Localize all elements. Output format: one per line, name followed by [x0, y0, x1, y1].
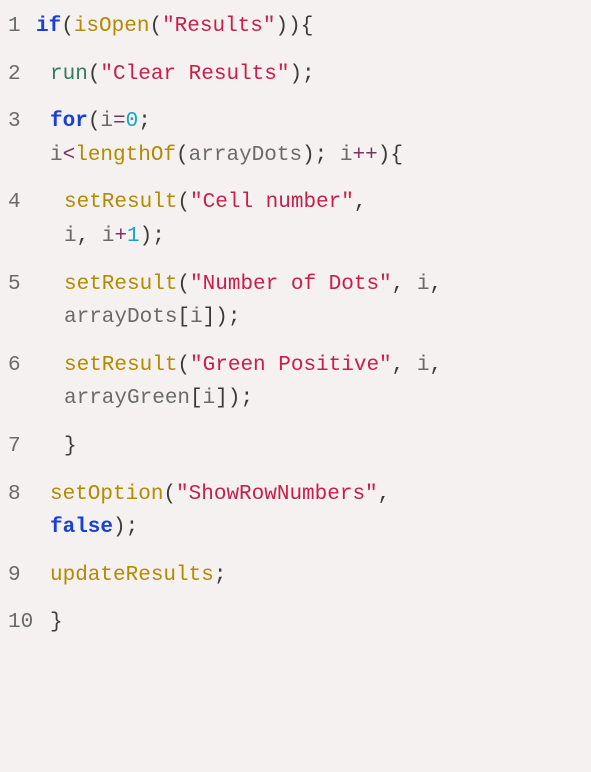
fn-lengthof: lengthOf [75, 144, 176, 167]
string-literal: "ShowRowNumbers" [176, 483, 378, 506]
code-line: 1 if(isOpen("Results")){ [8, 10, 583, 44]
code-block: 1 if(isOpen("Results")){ 2 run("Clear Re… [8, 10, 583, 640]
fn-setresult: setResult [64, 354, 177, 377]
var-arraygreen: arrayGreen [64, 387, 190, 410]
code-line: 7 } [8, 430, 583, 464]
keyword-for: for [50, 110, 88, 133]
paren: )){ [275, 15, 313, 38]
code-content: setOption("ShowRowNumbers",false); [36, 478, 583, 545]
line-number: 2 [8, 58, 36, 92]
line-number: 1 [8, 10, 36, 44]
string-literal: "Cell number" [190, 191, 354, 214]
brace-close: } [50, 611, 63, 634]
code-line: 4 setResult("Cell number",i, i+1); [8, 186, 583, 253]
op-plus: + [114, 225, 127, 248]
var-i: i [203, 387, 216, 410]
var-i: i [190, 306, 203, 329]
code-content: } [36, 606, 583, 640]
code-line: 5 setResult("Number of Dots", i, arrayDo… [8, 268, 583, 335]
brace-close: } [64, 435, 77, 458]
code-content: for(i=0;i<lengthOf(arrayDots); i++){ [36, 105, 583, 172]
var-i: i [64, 225, 77, 248]
var-i: i [340, 144, 353, 167]
paren: ( [88, 63, 101, 86]
paren: ( [149, 15, 162, 38]
code-line: 10 } [8, 606, 583, 640]
line-number: 10 [8, 606, 36, 640]
var-arraydots: arrayDots [189, 144, 302, 167]
code-line: 3 for(i=0;i<lengthOf(arrayDots); i++){ [8, 105, 583, 172]
var-i: i [102, 225, 115, 248]
code-content: updateResults; [36, 559, 583, 593]
var-i: i [417, 354, 430, 377]
code-content: run("Clear Results"); [36, 58, 583, 92]
string-literal: "Green Positive" [190, 354, 392, 377]
var-i: i [50, 144, 63, 167]
paren: ( [88, 110, 101, 133]
fn-updateresults: updateResults [50, 564, 214, 587]
num-one: 1 [127, 225, 140, 248]
num-zero: 0 [126, 110, 139, 133]
op-eq: = [113, 110, 126, 133]
code-line: 8 setOption("ShowRowNumbers",false); [8, 478, 583, 545]
string-literal: "Number of Dots" [190, 273, 392, 296]
semicolon: ; [138, 110, 151, 133]
line-number: 8 [8, 478, 36, 512]
fn-setresult: setResult [64, 191, 177, 214]
code-content: setResult("Cell number",i, i+1); [36, 186, 583, 253]
line-number: 7 [8, 430, 36, 464]
code-line: 2 run("Clear Results"); [8, 58, 583, 92]
code-content: setResult("Green Positive", i, arrayGree… [36, 349, 583, 416]
keyword-if: if [36, 15, 61, 38]
line-number: 9 [8, 559, 36, 593]
fn-isopen: isOpen [74, 15, 150, 38]
code-content: } [36, 430, 583, 464]
paren: ( [61, 15, 74, 38]
op-lt: < [63, 144, 76, 167]
code-content: setResult("Number of Dots", i, arrayDots… [36, 268, 583, 335]
line-number: 3 [8, 105, 36, 139]
code-line: 9 updateResults; [8, 559, 583, 593]
op-inc: ++ [353, 144, 378, 167]
code-content: if(isOpen("Results")){ [36, 10, 583, 44]
fn-setoption: setOption [50, 483, 163, 506]
line-number: 6 [8, 349, 36, 383]
var-arraydots: arrayDots [64, 306, 177, 329]
line-number: 5 [8, 268, 36, 302]
keyword-false: false [50, 516, 113, 539]
code-line: 6 setResult("Green Positive", i, arrayGr… [8, 349, 583, 416]
var-i: i [417, 273, 430, 296]
string-literal: "Results" [162, 15, 275, 38]
fn-setresult: setResult [64, 273, 177, 296]
fn-run: run [50, 63, 88, 86]
string-literal: "Clear Results" [100, 63, 289, 86]
var-i: i [100, 110, 113, 133]
paren: ); [289, 63, 314, 86]
line-number: 4 [8, 186, 36, 220]
